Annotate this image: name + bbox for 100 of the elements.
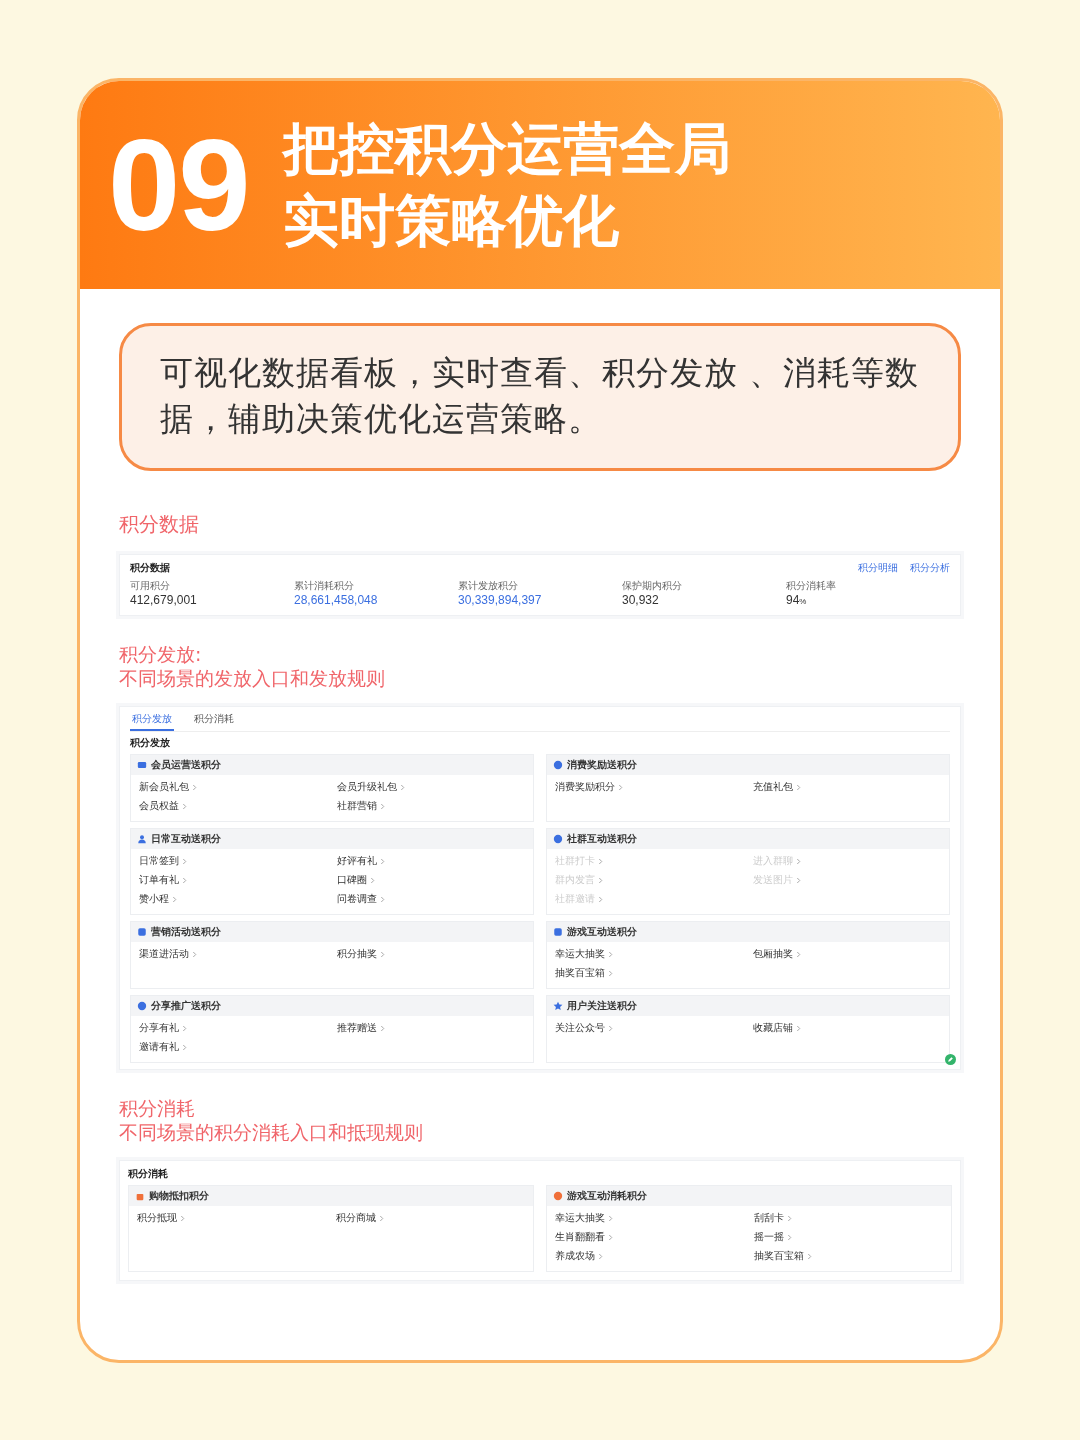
chevron-icon [608, 1233, 613, 1241]
entry-link[interactable]: 会员权益 [139, 799, 187, 813]
chevron-icon [180, 1214, 185, 1222]
section-label: 不同场景的积分消耗入口和抵现规则 [119, 1120, 424, 1144]
banner-title: 把控积分运营全局 [282, 115, 731, 183]
chevron-icon [796, 857, 801, 865]
metric-value: 30,932 [622, 593, 660, 607]
square-icon [137, 927, 147, 937]
panel-title: 积分消耗 [128, 1167, 169, 1181]
entry-link[interactable]: 积分抽奖 [337, 947, 385, 961]
edit-icon[interactable] [945, 1054, 956, 1065]
chevron-icon [370, 876, 375, 884]
chevron-icon [192, 950, 197, 958]
chevron-icon [598, 857, 603, 865]
card-title: 分享推广送积分 [151, 999, 221, 1013]
tab[interactable]: 积分发放 [130, 709, 174, 731]
chevron-icon [796, 1024, 801, 1032]
circle-icon [553, 834, 563, 844]
entry-link[interactable]: 摇一摇 [754, 1230, 792, 1244]
chevron-icon [608, 1024, 613, 1032]
chevron-icon [608, 950, 613, 958]
square-icon [553, 927, 563, 937]
metric-value[interactable]: 28,661,458,048 [294, 593, 458, 607]
chevron-icon [182, 876, 187, 884]
metric-value: 94% [786, 593, 808, 607]
chevron-icon [172, 895, 177, 903]
entry-link[interactable]: 推荐赠送 [337, 1021, 385, 1035]
entry-link[interactable]: 养成农场 [555, 1249, 603, 1263]
entry-link[interactable]: 好评有礼 [337, 854, 385, 868]
chevron-icon [380, 1024, 385, 1032]
panel-title: 积分数据 [130, 561, 170, 575]
entry-link[interactable]: 消费奖励积分 [555, 780, 623, 794]
entry-link[interactable]: 包厢抽奖 [753, 947, 801, 961]
panel-link[interactable]: 积分分析 [910, 561, 950, 575]
metric-label: 积分消耗率 [786, 579, 837, 593]
callout-text: 可视化数据看板，实时查看、积分发放 、消耗等数据，辅助决策优化运营策略。 [119, 323, 961, 471]
chevron-icon [598, 876, 603, 884]
panel-title: 积分发放 [130, 736, 171, 750]
chevron-icon [598, 1252, 603, 1260]
entry-link[interactable]: 刮刮卡 [754, 1211, 792, 1225]
chevron-icon [380, 895, 385, 903]
chevron-icon [787, 1233, 792, 1241]
chevron-icon [787, 1214, 792, 1222]
entry-link[interactable]: 订单有礼 [139, 873, 187, 887]
card-icon [137, 760, 147, 770]
entry-link[interactable]: 充值礼包 [753, 780, 801, 794]
section-number: 09 [108, 111, 249, 260]
chevron-icon [598, 895, 603, 903]
card-title: 会员运营送积分 [151, 758, 221, 772]
entry-link[interactable]: 抽奖百宝箱 [555, 966, 613, 980]
chevron-icon [380, 857, 385, 865]
chevron-icon [379, 1214, 384, 1222]
entry-link[interactable]: 赞小程 [139, 892, 177, 906]
circle-icon [137, 1001, 147, 1011]
card-title: 社群互动送积分 [567, 832, 637, 846]
bag-icon [135, 1191, 145, 1201]
chevron-icon [608, 969, 613, 977]
entry-link[interactable]: 口碑圈 [337, 873, 375, 887]
entry-link[interactable]: 幸运大抽奖 [555, 947, 613, 961]
card-title: 游戏互动送积分 [567, 925, 637, 939]
panel-link[interactable]: 积分明细 [858, 561, 898, 575]
chevron-icon [796, 783, 801, 791]
entry-link[interactable]: 渠道进活动 [139, 947, 197, 961]
star-icon [553, 1001, 563, 1011]
chevron-icon [807, 1252, 812, 1260]
entry-link[interactable]: 幸运大抽奖 [555, 1211, 613, 1225]
metric-value[interactable]: 30,339,894,397 [458, 593, 622, 607]
entry-link[interactable]: 会员升级礼包 [337, 780, 405, 794]
entry-link[interactable]: 问卷调查 [337, 892, 385, 906]
card-title: 用户关注送积分 [567, 999, 637, 1013]
metric-label: 保护期内积分 [622, 579, 683, 593]
entry-link[interactable]: 邀请有礼 [139, 1040, 187, 1054]
section-label: 积分发放: [119, 642, 203, 666]
card-title: 购物抵扣积分 [149, 1189, 209, 1203]
chevron-icon [380, 950, 385, 958]
chevron-icon [182, 857, 187, 865]
chevron-icon [182, 1024, 187, 1032]
entry-link[interactable]: 社群营销 [337, 799, 385, 813]
entry-link[interactable]: 关注公众号 [555, 1021, 613, 1035]
chevron-icon [608, 1214, 613, 1222]
entry-link[interactable]: 日常签到 [139, 854, 187, 868]
chevron-icon [796, 876, 801, 884]
chevron-icon [192, 783, 197, 791]
chevron-icon [618, 783, 623, 791]
tab[interactable]: 积分消耗 [192, 709, 236, 731]
entry-link[interactable]: 抽奖百宝箱 [754, 1249, 812, 1263]
person-icon [137, 834, 147, 844]
banner-title: 实时策略优化 [282, 187, 620, 255]
entry-link[interactable]: 积分抵现 [137, 1211, 185, 1225]
metric-label: 累计发放积分 [458, 579, 519, 593]
card-title: 营销活动送积分 [151, 925, 221, 939]
section-label: 不同场景的发放入口和发放规则 [119, 666, 386, 690]
entry-link[interactable]: 分享有礼 [139, 1021, 187, 1035]
entry-link[interactable]: 生肖翻翻看 [555, 1230, 613, 1244]
entry-link[interactable]: 新会员礼包 [139, 780, 197, 794]
chevron-icon [400, 783, 405, 791]
section-label: 积分消耗 [119, 1096, 196, 1120]
entry-link[interactable]: 收藏店铺 [753, 1021, 801, 1035]
metric-label: 可用积分 [130, 579, 171, 593]
entry-link[interactable]: 积分商城 [336, 1211, 384, 1225]
